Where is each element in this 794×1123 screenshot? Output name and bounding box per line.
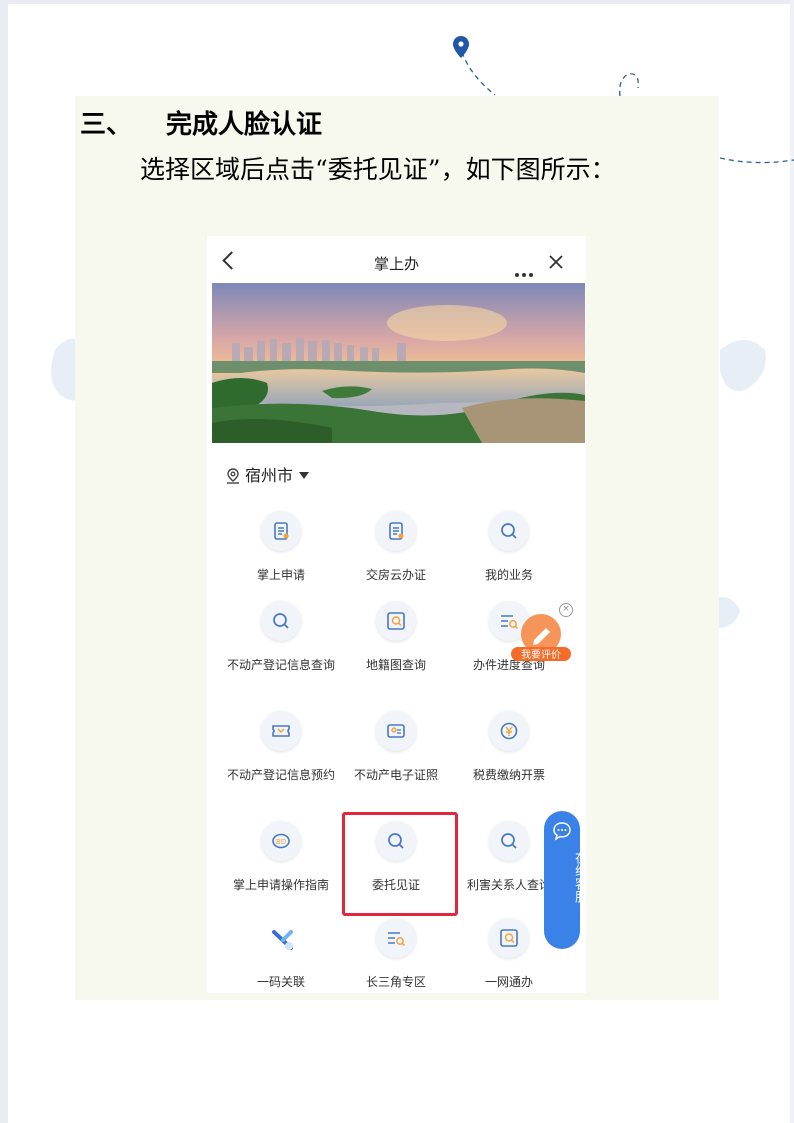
svg-text:BD: BD	[276, 838, 286, 846]
section-title: 完成人脸认证	[166, 110, 323, 140]
document-icon	[376, 511, 416, 551]
service-item-label: 交房云办证	[365, 568, 426, 582]
service-item-label: 一网通办	[484, 975, 533, 989]
service-item[interactable]: 不动产电子证照	[337, 711, 455, 791]
app-header: 掌上办	[207, 236, 586, 284]
search-icon	[489, 821, 529, 861]
service-item-label: 掌上申请操作指南	[232, 878, 329, 892]
location-pin-icon	[453, 36, 469, 58]
evaluation-badge[interactable]: 我要评价	[510, 612, 572, 662]
close-icon[interactable]	[545, 251, 567, 273]
service-item[interactable]: 不动产登记信息预约	[222, 711, 340, 791]
section-number: 三、	[80, 110, 133, 140]
list-search-icon	[376, 918, 416, 958]
location-icon	[227, 468, 239, 484]
service-item[interactable]: 一码关联	[222, 918, 340, 993]
service-item[interactable]: 税费缴纳开票	[450, 711, 568, 791]
close-icon[interactable]: ×	[559, 603, 573, 617]
chevron-down-icon	[299, 472, 310, 479]
certificate-icon	[376, 711, 416, 751]
service-item-label: 不动产登记信息查询	[226, 658, 335, 672]
online-service-label: 在线客服	[572, 851, 586, 903]
link-icon	[261, 918, 301, 958]
online-service-button[interactable]: 在线客服	[544, 811, 586, 949]
service-item[interactable]: 地籍图查询	[337, 601, 455, 681]
service-item-label: 长三角专区	[365, 975, 426, 989]
more-options-icon[interactable]	[515, 262, 536, 281]
instruction-text: 选择区域后点击“委托见证”，如下图所示：	[140, 155, 616, 184]
payment-icon	[489, 711, 529, 751]
service-item-label: 掌上申请	[256, 568, 305, 582]
chat-bubble-icon	[553, 822, 571, 841]
service-item-label: 不动产电子证照	[353, 768, 438, 782]
document-icon	[261, 511, 301, 551]
service-item[interactable]: 我的业务	[450, 511, 568, 591]
service-item-label: 不动产登记信息预约	[226, 768, 335, 782]
service-item[interactable]: 掌上申请	[222, 511, 340, 591]
city-selector[interactable]: 宿州市	[225, 462, 310, 486]
map-search-icon	[376, 601, 416, 641]
city-name: 宿州市	[245, 466, 294, 485]
service-item-label: 税费缴纳开票	[472, 768, 545, 782]
service-item-label: 一码关联	[256, 975, 305, 989]
service-item-label: 我的业务	[484, 568, 533, 582]
ticket-icon	[261, 711, 301, 751]
service-item-label: 地籍图查询	[365, 658, 426, 672]
map-search-icon	[489, 918, 529, 958]
city-lake-banner-image	[212, 283, 585, 443]
guide-icon: BD	[261, 821, 301, 861]
service-item[interactable]: BD 掌上申请操作指南	[222, 821, 340, 901]
highlight-box-entrust-witness	[342, 812, 458, 916]
service-item[interactable]: 长三角专区	[337, 918, 455, 993]
service-item[interactable]: 交房云办证	[337, 511, 455, 591]
section-heading: 三、 完成人脸认证	[80, 104, 322, 141]
service-item[interactable]: 不动产登记信息查询	[222, 601, 340, 681]
search-icon	[261, 601, 301, 641]
evaluation-badge-label: 我要评价	[521, 649, 561, 661]
phone-screenshot: 掌上办 宿州市 掌上申请 交房云办证 我的业务 不动产登记信息查询 地籍图查询 …	[207, 236, 586, 993]
search-icon	[489, 511, 529, 551]
